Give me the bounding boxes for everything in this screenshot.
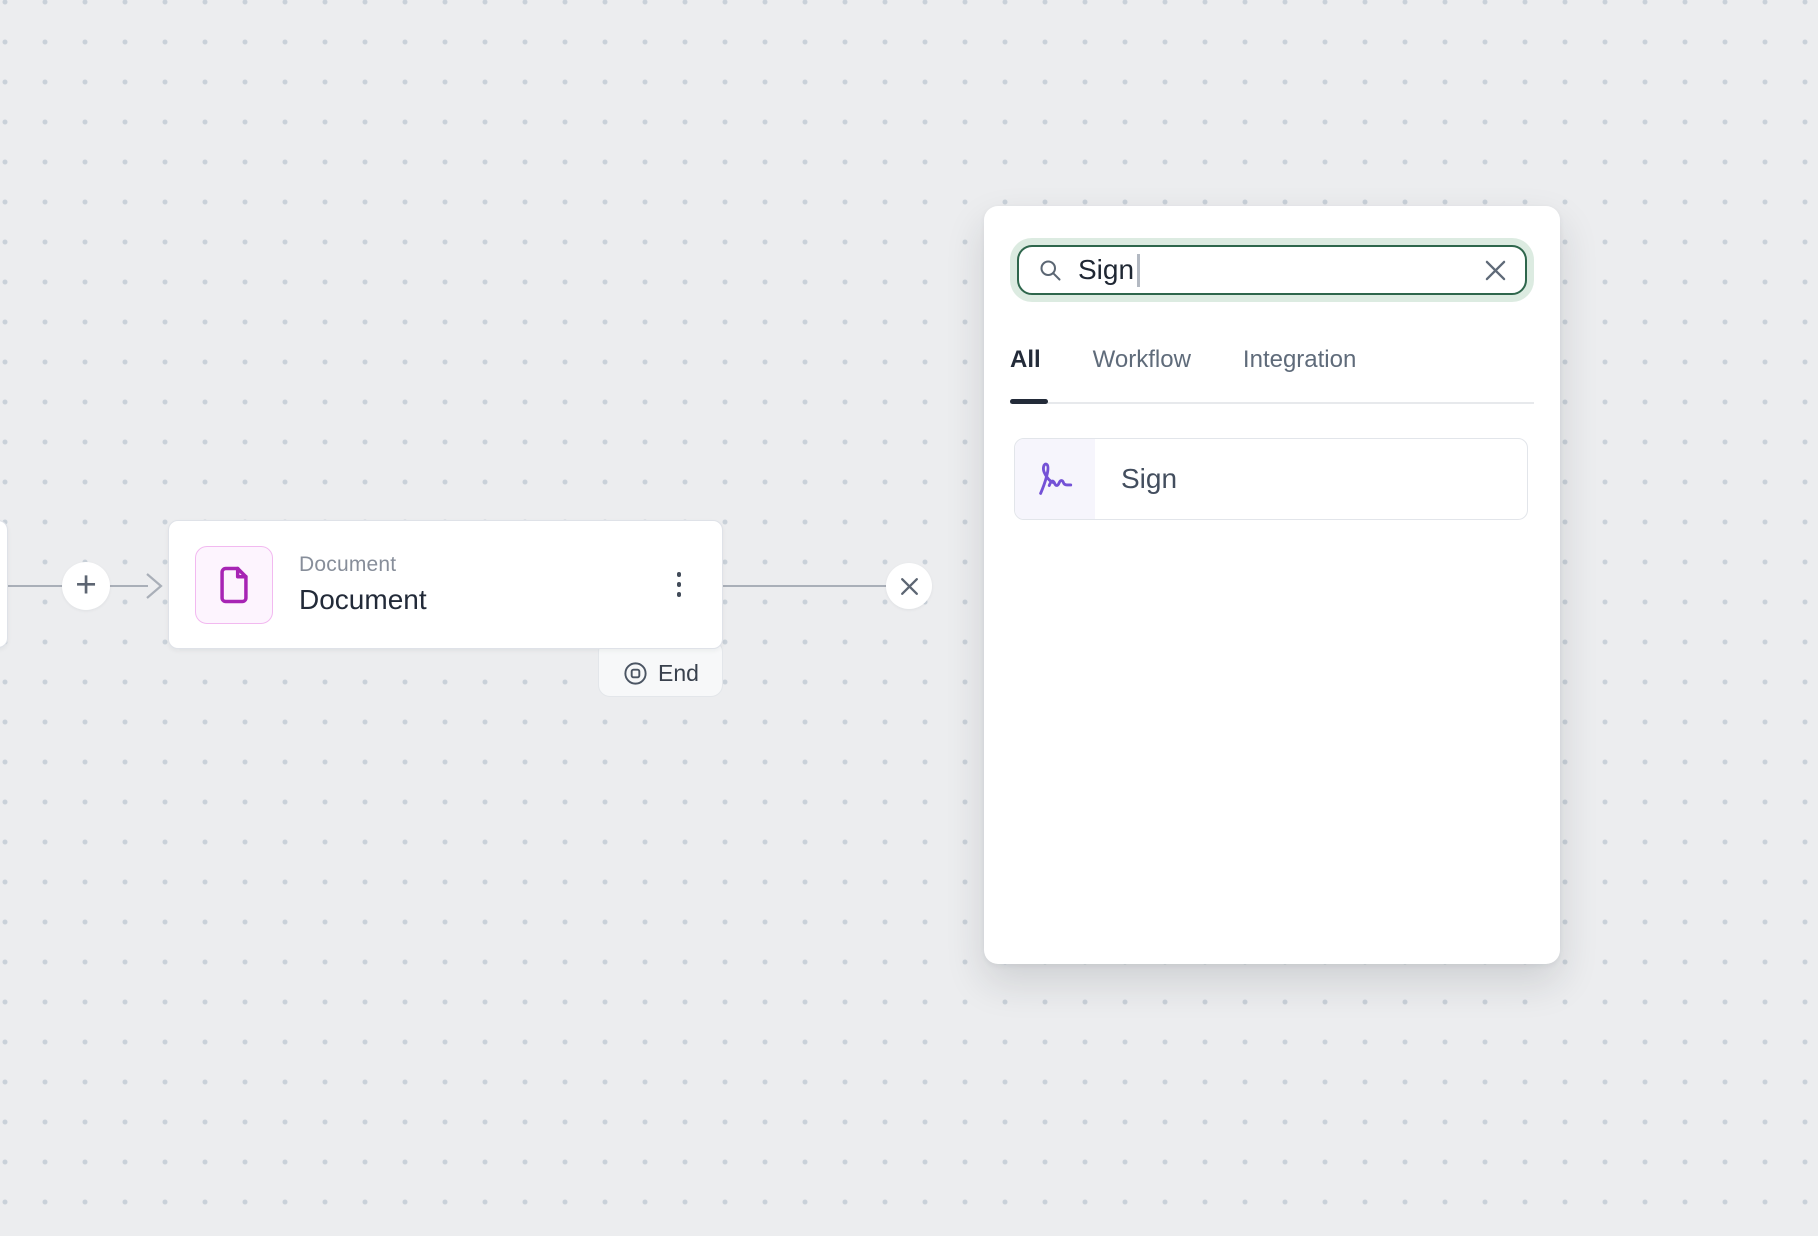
stop-circle-icon xyxy=(622,660,649,687)
document-node[interactable]: Document Document xyxy=(168,520,723,649)
category-tabs: All Workflow Integration xyxy=(1010,346,1356,374)
node-title: Document xyxy=(299,584,427,616)
kebab-menu-icon xyxy=(677,572,682,577)
search-input-value: Sign xyxy=(1078,254,1134,286)
search-input[interactable]: Sign xyxy=(1017,245,1527,295)
search-result-sign[interactable]: Sign xyxy=(1014,438,1528,520)
search-focus-ring: Sign xyxy=(1010,238,1534,302)
node-picker-panel: Sign All Workflow Integration xyxy=(984,206,1560,964)
clear-search-button[interactable] xyxy=(1482,257,1509,284)
add-node-button[interactable]: + xyxy=(62,562,110,610)
tab-all[interactable]: All xyxy=(1010,346,1041,374)
file-icon xyxy=(212,563,256,607)
close-icon xyxy=(1482,257,1509,284)
plus-icon: + xyxy=(75,566,97,603)
tabs-divider xyxy=(1010,402,1534,404)
node-type-label: Document xyxy=(299,553,427,577)
tab-workflow[interactable]: Workflow xyxy=(1093,346,1191,374)
workflow-canvas[interactable]: + Document Document End xyxy=(0,0,1818,1236)
kebab-menu-icon xyxy=(677,582,682,587)
edge-line-right xyxy=(723,585,886,587)
close-icon xyxy=(898,575,921,598)
signature-icon-box xyxy=(1015,439,1095,519)
arrow-right-icon xyxy=(144,571,164,601)
document-node-icon-box xyxy=(195,546,273,624)
end-badge-label: End xyxy=(658,660,699,687)
signature-icon xyxy=(1032,456,1078,502)
previous-node-partial[interactable] xyxy=(0,520,8,648)
active-tab-underline xyxy=(1010,399,1048,404)
kebab-menu-icon xyxy=(677,592,682,597)
document-node-text: Document Document xyxy=(299,553,427,616)
text-caret xyxy=(1137,254,1140,287)
search-icon xyxy=(1037,257,1064,284)
node-menu-button[interactable] xyxy=(649,521,709,648)
delete-edge-button[interactable] xyxy=(886,563,932,609)
tab-integration[interactable]: Integration xyxy=(1243,346,1356,374)
result-label: Sign xyxy=(1121,439,1177,519)
